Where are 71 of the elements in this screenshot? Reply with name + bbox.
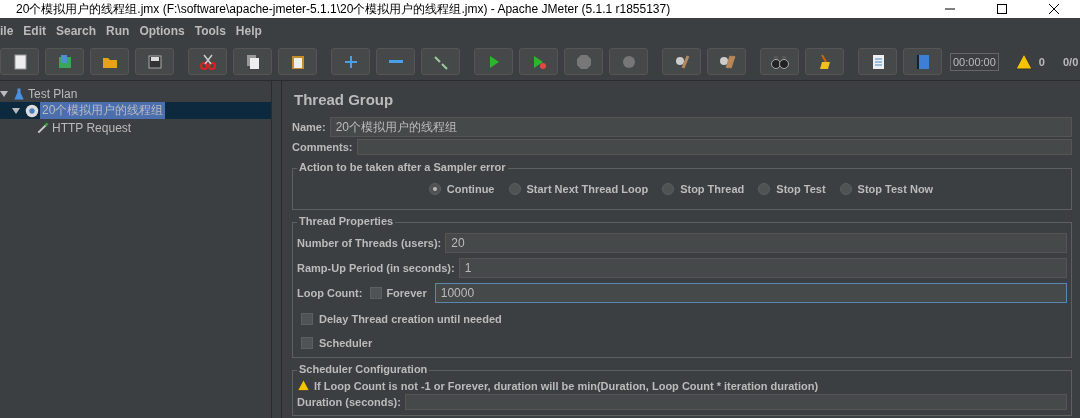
- toolbar-button[interactable]: [188, 48, 227, 75]
- elapsed-timer: 00:00:00: [950, 52, 999, 71]
- save-icon: [145, 52, 164, 71]
- radio-icon[interactable]: [428, 183, 441, 195]
- expand-arrow-icon[interactable]: [12, 106, 20, 115]
- toolbar-button[interactable]: [903, 48, 942, 75]
- minus-icon: [388, 60, 403, 63]
- radio-option[interactable]: Stop Thread: [662, 183, 745, 195]
- radio-option[interactable]: Stop Test: [758, 183, 826, 195]
- stop-icon: [574, 52, 593, 71]
- menu-item[interactable]: Tools: [189, 23, 231, 38]
- field-label: Loop Count:: [297, 287, 363, 299]
- checkbox-label[interactable]: Delay Thread creation until needed: [319, 313, 502, 325]
- menu-item[interactable]: Help: [230, 23, 267, 38]
- checkbox[interactable]: [370, 287, 383, 299]
- toolbar-button[interactable]: [707, 48, 746, 75]
- radio-icon[interactable]: [758, 183, 771, 195]
- thread-count: 0/0: [1062, 55, 1079, 68]
- field-label: Name:: [292, 121, 326, 133]
- ramp-up-field[interactable]: 1: [458, 258, 1067, 278]
- checkbox[interactable]: [301, 337, 313, 349]
- toolbar-button[interactable]: [90, 48, 129, 75]
- radio-option[interactable]: Continue: [428, 183, 495, 195]
- flask-icon: [12, 86, 26, 101]
- toolbar-button[interactable]: [662, 48, 701, 75]
- checkbox[interactable]: [301, 313, 313, 325]
- field-label: Duration (seconds):: [297, 396, 401, 408]
- checkbox-label[interactable]: Scheduler: [319, 337, 373, 349]
- menu-item[interactable]: ile: [0, 23, 19, 38]
- duration-field[interactable]: [404, 394, 1067, 410]
- menu-item[interactable]: Run: [101, 23, 135, 38]
- maximize-icon: [997, 4, 1007, 14]
- toolbar-button[interactable]: [278, 48, 317, 75]
- panel-title: Thread Group: [294, 91, 395, 108]
- tree-item[interactable]: HTTP Request: [50, 120, 134, 135]
- pipette-icon: [36, 120, 50, 135]
- menu-item[interactable]: Options: [134, 23, 190, 38]
- warning-icon: [1014, 52, 1033, 71]
- radio-option[interactable]: Stop Test Now: [839, 183, 934, 195]
- window-title: 20个模拟用户的线程组.jmx (F:\software\apache-jmeter-5.1.1\20个模拟用户的线程组.jmx) - Apache JMeter (5.1.1 r1855137): [15, 0, 672, 18]
- toolbar-button[interactable]: [805, 48, 844, 75]
- group-title: Scheduler Configuration: [297, 363, 430, 375]
- toolbar-button[interactable]: [233, 48, 272, 75]
- checkbox-label[interactable]: Forever: [386, 287, 427, 299]
- close-icon: [1049, 4, 1059, 14]
- field-label: Comments:: [292, 141, 353, 153]
- toolbar-button[interactable]: [421, 48, 460, 75]
- field-label: Ramp-Up Period (in seconds):: [297, 262, 455, 274]
- loop-count-field[interactable]: 10000: [434, 283, 1067, 303]
- group-title: Action to be taken after a Sampler error: [297, 161, 508, 173]
- field-label: Number of Threads (users):: [297, 237, 442, 249]
- radio-option[interactable]: Start Next Thread Loop: [508, 183, 649, 195]
- radio-icon[interactable]: [508, 183, 521, 195]
- warning-text: If Loop Count is not -1 or Forever, duration will be min(Duration, Loop Count * iteration duration): [314, 379, 819, 392]
- toolbar-button[interactable]: [135, 48, 174, 75]
- warning-icon: [297, 379, 310, 392]
- threads-field[interactable]: 20: [445, 233, 1067, 253]
- radio-icon[interactable]: [839, 183, 852, 195]
- tree-item[interactable]: Test Plan: [26, 86, 80, 101]
- expand-arrow-icon[interactable]: [0, 89, 8, 98]
- comments-field[interactable]: [356, 139, 1072, 155]
- error-count: 0: [1038, 55, 1045, 68]
- menu-item[interactable]: Edit: [18, 23, 51, 38]
- toolbar-button[interactable]: [858, 48, 897, 75]
- cut-icon: [198, 52, 217, 71]
- toolbar-button[interactable]: [0, 48, 39, 75]
- group-title: Thread Properties: [297, 215, 396, 227]
- menu-item[interactable]: Search: [51, 23, 102, 38]
- radio-icon[interactable]: [662, 183, 675, 195]
- name-field[interactable]: 20个模拟用户的线程组: [329, 117, 1072, 137]
- toolbar-button[interactable]: [760, 48, 799, 75]
